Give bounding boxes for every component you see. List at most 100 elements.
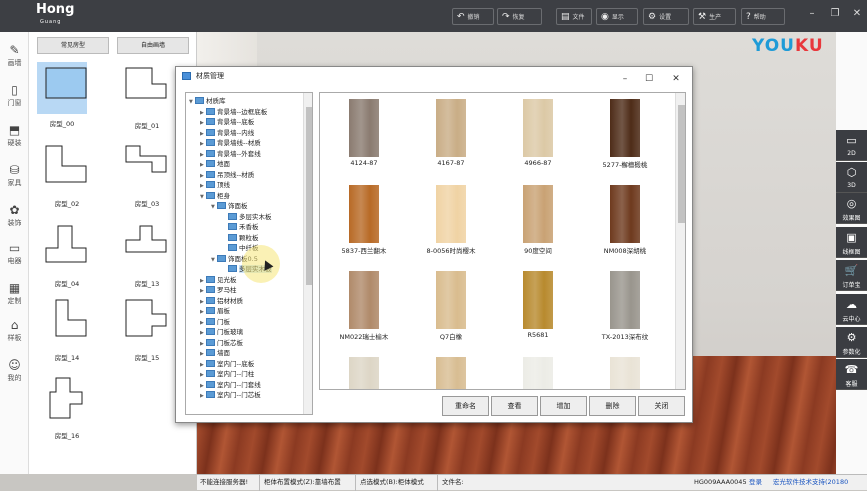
room-shape-8[interactable]: 房型_16 <box>37 372 97 440</box>
display-button[interactable]: ◉ 显示 <box>596 8 638 25</box>
folder-icon <box>217 254 226 262</box>
view-button-4[interactable]: 🛒 订单宝 <box>836 260 867 291</box>
login-link[interactable]: 登录 <box>749 475 762 490</box>
tree-node[interactable]: ▶ 见光板 <box>200 275 237 285</box>
redo-button[interactable]: ↷ 恢复 <box>497 8 542 25</box>
tree-node[interactable]: ▶ 罗马柱 <box>200 285 237 295</box>
material-tile[interactable]: Q7白橡 <box>407 267 495 347</box>
tree-node[interactable]: ▶ 门板玻璃 <box>200 327 243 337</box>
tree-node[interactable]: ▶ 墙面 <box>200 348 230 358</box>
material-tile[interactable] <box>407 353 495 389</box>
view-button-3[interactable]: ▣ 线框图 <box>836 227 867 258</box>
view-button-2[interactable]: ◎ 效果图 <box>836 193 867 224</box>
tree-node[interactable]: ▼ 材质库 <box>189 96 226 106</box>
toolbar-label: 恢复 <box>512 14 525 21</box>
material-tile[interactable]: 4167-87 <box>407 95 495 175</box>
dialog-maximize-button[interactable]: ☐ <box>643 70 655 88</box>
tree-node[interactable]: ▶ 室内门--门芯板 <box>200 390 261 400</box>
material-tile[interactable]: 90度空间 <box>494 181 582 261</box>
tree-node[interactable]: ▶ 室内门--门柱 <box>200 369 254 379</box>
room-shape-2[interactable]: 房型_02 <box>37 140 97 208</box>
material-tile[interactable] <box>494 353 582 389</box>
room-shape-label: 房型_03 <box>134 200 160 208</box>
material-tile[interactable] <box>320 353 408 389</box>
room-shape-1[interactable]: 房型_01 <box>117 62 177 130</box>
sidebar-item-0[interactable]: ✎ 画墙 <box>0 42 29 78</box>
maximize-button[interactable]: ❐ <box>828 8 842 22</box>
room-shape-7[interactable]: 房型_15 <box>117 294 177 362</box>
sidebar-item-8[interactable]: ☺ 我的 <box>0 357 29 393</box>
tree-node[interactable]: ▼ 柜身 <box>200 191 230 201</box>
room-shape-6[interactable]: 房型_14 <box>37 294 97 362</box>
tree-node[interactable]: ▶ 门板芯板 <box>200 338 243 348</box>
tree-scrollbar[interactable] <box>303 93 312 414</box>
tree-node[interactable]: ▶ 背景墙--边框底板 <box>200 107 267 117</box>
help-button[interactable]: ? 帮助 <box>741 8 785 25</box>
room-shape-3[interactable]: 房型_03 <box>117 140 177 208</box>
tab-free-wall[interactable]: 自由画墙 <box>117 37 189 54</box>
sidebar-item-5[interactable]: ▭ 电器 <box>0 240 29 276</box>
material-tile[interactable]: R5681 <box>494 267 582 347</box>
tab-common-room[interactable]: 常见房型 <box>37 37 109 54</box>
grid-scrollbar[interactable] <box>675 93 685 389</box>
tree-node[interactable]: ▶ 室内门--门套线 <box>200 380 261 390</box>
sidebar-item-4[interactable]: ✿ 装饰 <box>0 202 29 238</box>
production-button[interactable]: ⚒ 生产 <box>693 8 736 25</box>
sidebar-item-2[interactable]: ⬒ 硬装 <box>0 122 29 158</box>
minimize-button[interactable]: – <box>805 8 819 22</box>
material-tile[interactable]: 5837-西兰翻木 <box>320 181 408 261</box>
support-link[interactable]: 宏光软件技术支持(20180 <box>773 475 848 490</box>
view-button[interactable]: 查看 <box>491 396 538 416</box>
sidebar-item-6[interactable]: ▦ 定制 <box>0 280 29 316</box>
close-dialog-button[interactable]: 关闭 <box>638 396 685 416</box>
room-shape-label: 房型_04 <box>54 280 80 288</box>
view-button-6[interactable]: ⚙ 参数化 <box>836 327 867 358</box>
rename-button[interactable]: 重命名 <box>442 396 489 416</box>
view-button-0[interactable]: ▭ 2D <box>836 130 867 161</box>
sidebar-item-3[interactable]: ⛁ 家具 <box>0 162 29 198</box>
tree-node[interactable]: ▶ 背景墙线--材质 <box>200 138 261 148</box>
tree-node[interactable]: ▶ 背景墙--底板 <box>200 117 254 127</box>
dialog-minimize-button[interactable]: – <box>619 70 631 88</box>
material-tile[interactable]: TX-2013深布纹 <box>581 267 669 347</box>
tree-node[interactable]: ▶ 眉板 <box>200 306 230 316</box>
undo-button[interactable]: ↶ 撤销 <box>452 8 494 25</box>
material-tile[interactable]: 4966-87 <box>494 95 582 175</box>
tree-node[interactable]: ▶ 门板 <box>200 317 230 327</box>
material-tile[interactable]: NM008深胡桃 <box>581 181 669 261</box>
room-shape-0[interactable]: 房型_00 <box>37 62 87 128</box>
material-grid[interactable]: 4124-87 4167-87 4966-87 5277-檞檀椴桃 5837-西兰翻木 8… <box>319 92 686 390</box>
view-button-7[interactable]: ☎ 客服 <box>836 359 867 390</box>
close-button[interactable]: ✕ <box>850 8 864 22</box>
material-tile[interactable]: 4124-87 <box>320 95 408 175</box>
material-tile[interactable] <box>581 353 669 389</box>
grid-scroll-thumb[interactable] <box>678 105 685 223</box>
material-tile[interactable]: 8-0056时尚樱木 <box>407 181 495 261</box>
view-button-1[interactable]: ⬡ 3D <box>836 162 867 193</box>
tree-node[interactable]: ▶ 地面 <box>200 159 230 169</box>
tree-node[interactable]: ▶ 顶线 <box>200 180 230 190</box>
tree-node[interactable]: ▼ 饰面板 <box>211 201 248 211</box>
sidebar-item-1[interactable]: ▯ 门窗 <box>0 82 29 118</box>
tree-node[interactable]: 颗粒板 <box>222 233 259 243</box>
room-shape-5[interactable]: 房型_13 <box>117 220 177 288</box>
tree-node[interactable]: 多层实木板 <box>222 212 272 222</box>
delete-button[interactable]: 删除 <box>589 396 636 416</box>
material-tile[interactable]: NM022瑞士榆木 <box>320 267 408 347</box>
dialog-close-button[interactable]: ✕ <box>670 70 682 88</box>
room-shape-4[interactable]: 房型_04 <box>37 220 97 288</box>
tree-node[interactable]: ▶ 铝材材质 <box>200 296 243 306</box>
add-button[interactable]: 增加 <box>540 396 587 416</box>
tree-node[interactable]: ▶ 背景墙--外套线 <box>200 149 261 159</box>
sidebar-item-7[interactable]: ⌂ 样板 <box>0 317 29 353</box>
material-tile[interactable]: 5277-檞檀椴桃 <box>581 95 669 175</box>
file-button[interactable]: ▤ 文件 <box>556 8 592 25</box>
view-button-5[interactable]: ☁ 云中心 <box>836 294 867 325</box>
tree-node-label: 背景墙--底板 <box>217 118 255 126</box>
tree-node[interactable]: ▶ 吊顶线--材质 <box>200 170 254 180</box>
settings-button[interactable]: ⚙ 设置 <box>643 8 689 25</box>
tree-node[interactable]: ▶ 室内门--底板 <box>200 359 254 369</box>
tree-node[interactable]: ▶ 背景墙--内线 <box>200 128 254 138</box>
tree-scroll-thumb[interactable] <box>306 107 312 285</box>
tree-node[interactable]: 禾香板 <box>222 222 259 232</box>
